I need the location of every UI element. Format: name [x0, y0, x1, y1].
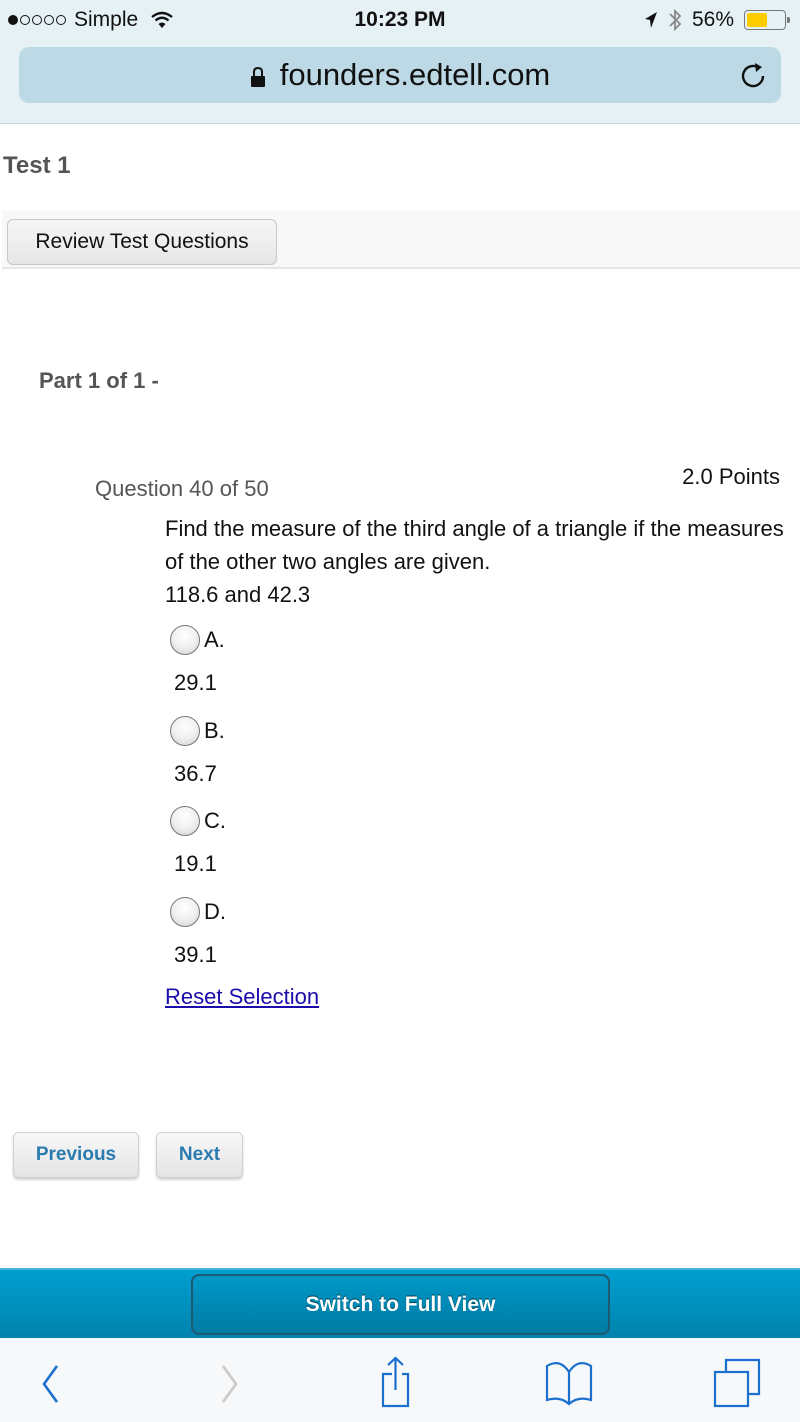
answer-option-c: C. 19.1 [165, 803, 226, 894]
test-toolbar: Review Test Questions [2, 211, 800, 269]
option-value: 39.1 [174, 941, 217, 967]
option-letter: C. [204, 808, 226, 833]
question-values: 118.6 and 42.3 [165, 582, 311, 607]
back-icon[interactable] [26, 1356, 76, 1412]
reset-selection-link[interactable]: Reset Selection [165, 984, 319, 1010]
option-letter: A. [204, 627, 225, 652]
option-c-row[interactable]: C. [165, 803, 226, 839]
part-label: Part 1 of 1 - [39, 368, 159, 393]
battery-fill [747, 13, 768, 27]
radio-button-d[interactable] [170, 896, 200, 927]
question-prompt: Find the measure of the third angle of a… [165, 516, 784, 574]
option-a-row[interactable]: A. [165, 622, 226, 658]
answer-option-a: A. 29.1 [165, 622, 226, 713]
radio-button-a[interactable] [170, 625, 200, 655]
next-button[interactable]: Next [156, 1132, 243, 1178]
reload-icon[interactable] [737, 59, 769, 91]
question-text-block: Find the measure of the third angle of a… [165, 512, 785, 611]
option-value: 19.1 [174, 851, 217, 876]
radio-button-b[interactable] [170, 715, 200, 746]
answer-options: A. 29.1 B. 36.7 C. 19.1 D. 39.1 [165, 622, 226, 984]
page-title: Test 1 [3, 152, 71, 179]
option-d-row[interactable]: D. [165, 894, 226, 930]
location-arrow-icon [644, 12, 657, 28]
battery-icon [744, 10, 790, 30]
option-b-row[interactable]: B. [165, 713, 226, 749]
status-bar: Simple 10:23 PM 56% [0, 0, 800, 40]
radio-button-c[interactable] [170, 806, 200, 836]
question-number: Question 40 of 50 [95, 476, 269, 501]
option-letter: B. [204, 717, 225, 743]
url-bar[interactable]: founders.edtell.com [19, 47, 781, 103]
bluetooth-icon [669, 8, 682, 32]
answer-option-b: B. 36.7 [165, 713, 226, 804]
previous-button[interactable]: Previous [13, 1132, 139, 1178]
option-value: 29.1 [174, 670, 217, 695]
forward-icon[interactable] [204, 1356, 254, 1412]
browser-chrome: Simple 10:23 PM 56% founders.edtell.com [0, 0, 800, 124]
option-value: 36.7 [174, 760, 217, 786]
review-test-questions-button[interactable]: Review Test Questions [7, 219, 277, 265]
share-icon[interactable] [374, 1356, 424, 1412]
option-letter: D. [204, 898, 226, 924]
bookmarks-icon[interactable] [544, 1356, 594, 1412]
battery-percent: 56% [691, 8, 734, 31]
question-points: 2.0 Points [682, 464, 780, 489]
tabs-icon[interactable] [712, 1356, 762, 1412]
lock-icon [250, 66, 265, 87]
status-right: 56% [642, 8, 790, 32]
switch-to-full-view-button[interactable]: Switch to Full View [191, 1274, 610, 1335]
answer-option-d: D. 39.1 [165, 894, 226, 985]
browser-bottom-toolbar [0, 1338, 800, 1422]
switch-view-bar: Switch to Full View [0, 1268, 800, 1338]
url-text: founders.edtell.com [279, 57, 551, 92]
